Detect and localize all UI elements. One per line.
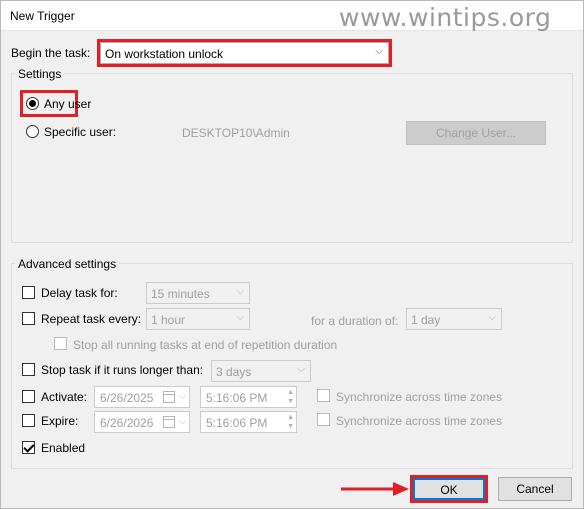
expire-label: Expire: bbox=[41, 414, 79, 428]
watermark: www.wintips.org bbox=[339, 3, 552, 32]
expire-time-picker[interactable]: 5:16:06 PM ▲ ▼ bbox=[200, 411, 297, 433]
spin-arrows-icon: ▲ ▼ bbox=[287, 389, 294, 405]
activate-time-value: 5:16:06 PM bbox=[206, 391, 268, 405]
expire-date-picker[interactable]: 6/26/2026 ⌵ bbox=[94, 411, 190, 433]
duration-label: for a duration of: bbox=[311, 314, 399, 328]
expire-checkbox[interactable] bbox=[22, 414, 35, 427]
repeat-task-value: 1 hour bbox=[151, 313, 186, 327]
any-user-label: Any user bbox=[44, 97, 92, 111]
activate-label: Activate: bbox=[41, 390, 88, 404]
any-user-radio[interactable] bbox=[26, 97, 39, 110]
enabled-label: Enabled bbox=[41, 441, 86, 455]
repeat-task-checkbox[interactable] bbox=[22, 312, 35, 325]
advanced-settings-title: Advanced settings bbox=[15, 257, 120, 271]
enabled-checkbox[interactable] bbox=[22, 441, 35, 454]
stop-all-running-label: Stop all running tasks at end of repetit… bbox=[73, 338, 338, 352]
specific-user-label: Specific user: bbox=[44, 125, 117, 139]
delay-task-select[interactable]: 15 minutes ⌵ bbox=[146, 282, 250, 304]
calendar-icon bbox=[163, 391, 175, 403]
chevron-down-icon: ⌵ bbox=[488, 312, 496, 323]
duration-value: 1 day bbox=[411, 313, 441, 327]
stop-all-running-checkbox[interactable] bbox=[54, 337, 67, 350]
red-arrow-icon bbox=[341, 482, 409, 496]
stop-longer-checkbox[interactable] bbox=[22, 363, 35, 376]
delay-task-checkbox[interactable] bbox=[22, 286, 35, 299]
stop-longer-select[interactable]: 3 days ⌵ bbox=[211, 360, 311, 382]
repeat-task-select[interactable]: 1 hour ⌵ bbox=[146, 308, 250, 330]
repeat-task-label: Repeat task every: bbox=[41, 312, 142, 326]
chevron-down-icon: ⌵ bbox=[179, 391, 186, 401]
activate-checkbox[interactable] bbox=[22, 390, 35, 403]
expire-time-value: 5:16:06 PM bbox=[206, 416, 268, 430]
settings-title: Settings bbox=[15, 67, 65, 81]
settings-group bbox=[11, 73, 573, 243]
stop-longer-label: Stop task if it runs longer than: bbox=[41, 363, 204, 377]
title-bar: New Trigger www.wintips.org bbox=[1, 1, 583, 32]
activate-time-picker[interactable]: 5:16:06 PM ▲ ▼ bbox=[200, 386, 297, 408]
chevron-down-icon: ⌵ bbox=[297, 364, 305, 375]
activate-date-value: 6/26/2025 bbox=[100, 391, 154, 405]
calendar-icon bbox=[163, 416, 175, 428]
chevron-down-icon: ⌵ bbox=[236, 312, 244, 323]
delay-task-value: 15 minutes bbox=[151, 287, 210, 301]
cancel-button[interactable]: Cancel bbox=[498, 477, 572, 501]
expire-sync-checkbox[interactable] bbox=[317, 413, 330, 426]
delay-task-label: Delay task for: bbox=[41, 286, 118, 300]
duration-select[interactable]: 1 day ⌵ bbox=[406, 308, 502, 330]
spin-arrows-icon: ▲ ▼ bbox=[287, 414, 294, 430]
new-trigger-dialog: New Trigger www.wintips.org Begin the ta… bbox=[0, 0, 584, 509]
stop-longer-value: 3 days bbox=[216, 365, 252, 379]
change-user-button[interactable]: Change User... bbox=[406, 121, 546, 145]
specific-user-radio[interactable] bbox=[26, 125, 39, 138]
begin-task-highlight bbox=[97, 39, 392, 67]
user-account-value: DESKTOP10\Admin bbox=[182, 126, 290, 140]
begin-task-label: Begin the task: bbox=[11, 46, 91, 60]
expire-sync-label: Synchronize across time zones bbox=[336, 414, 503, 428]
activate-sync-checkbox[interactable] bbox=[317, 389, 330, 402]
window-title: New Trigger bbox=[10, 9, 75, 23]
expire-date-value: 6/26/2026 bbox=[100, 416, 154, 430]
activate-date-picker[interactable]: 6/26/2025 ⌵ bbox=[94, 386, 190, 408]
chevron-down-icon: ⌵ bbox=[236, 286, 244, 297]
activate-sync-label: Synchronize across time zones bbox=[336, 390, 503, 404]
ok-button[interactable]: OK bbox=[413, 478, 485, 500]
chevron-down-icon: ⌵ bbox=[179, 416, 186, 426]
